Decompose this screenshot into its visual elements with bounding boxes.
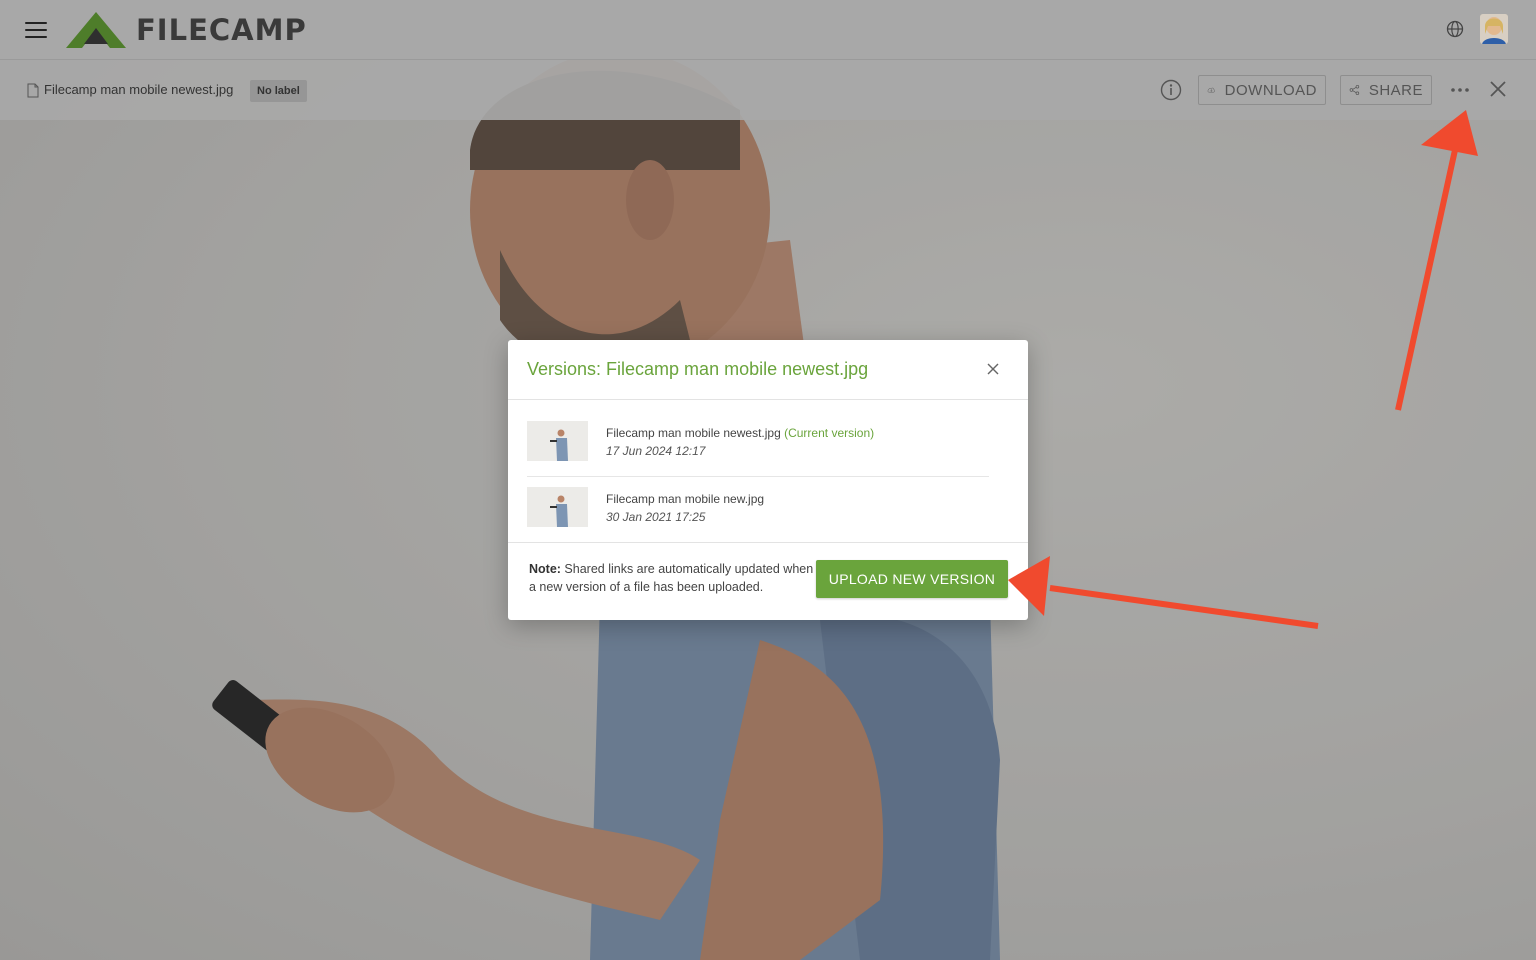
dialog-close-icon[interactable] — [986, 362, 1000, 376]
dialog-header: Versions: Filecamp man mobile newest.jpg — [508, 340, 1028, 400]
dialog-footer: Note: Shared links are automatically upd… — [508, 542, 1028, 620]
label-badge[interactable]: No label — [250, 80, 307, 102]
version-thumbnail[interactable] — [527, 487, 588, 527]
file-name: Filecamp man mobile newest.jpg — [44, 82, 234, 97]
note-text: Note: Shared links are automatically upd… — [529, 560, 819, 596]
share-label: SHARE — [1368, 81, 1423, 99]
globe-icon[interactable] — [1446, 20, 1464, 38]
note-body: Shared links are automatically updated w… — [529, 562, 814, 594]
file-toolbar: Filecamp man mobile newest.jpg No label … — [0, 60, 1536, 120]
download-button[interactable]: DOWNLOAD — [1198, 75, 1326, 105]
top-navigation-bar: FILECAMP — [0, 0, 1536, 60]
version-date: 17 Jun 2024 12:17 — [606, 444, 706, 458]
logo-mark-icon — [66, 12, 126, 48]
document-icon — [27, 83, 39, 98]
version-name: Filecamp man mobile new.jpg — [606, 492, 764, 506]
share-icon — [1349, 84, 1360, 96]
current-version-tag: (Current version) — [784, 426, 875, 440]
close-icon[interactable] — [1489, 80, 1507, 98]
more-options-icon[interactable] — [1449, 82, 1471, 98]
filecamp-logo[interactable]: FILECAMP — [64, 10, 307, 50]
info-icon[interactable] — [1160, 79, 1182, 101]
version-date: 30 Jan 2021 17:25 — [606, 510, 706, 524]
version-name: Filecamp man mobile newest.jpg (Current … — [606, 426, 874, 440]
download-label: DOWNLOAD — [1224, 81, 1317, 99]
logo-text: FILECAMP — [136, 13, 307, 47]
version-row[interactable]: Filecamp man mobile new.jpg 30 Jan 2021 … — [527, 486, 989, 546]
hamburger-menu-icon[interactable] — [25, 22, 47, 38]
upload-new-version-button[interactable]: UPLOAD NEW VERSION — [816, 560, 1008, 598]
versions-dialog: Versions: Filecamp man mobile newest.jpg… — [508, 340, 1028, 620]
version-thumbnail[interactable] — [527, 421, 588, 461]
user-avatar[interactable] — [1480, 14, 1508, 44]
version-filename: Filecamp man mobile new.jpg — [606, 492, 765, 506]
cloud-download-icon — [1207, 87, 1215, 93]
share-button[interactable]: SHARE — [1340, 75, 1432, 105]
version-row[interactable]: Filecamp man mobile newest.jpg (Current … — [527, 420, 989, 477]
dialog-title: Versions: Filecamp man mobile newest.jpg — [527, 359, 869, 379]
version-filename: Filecamp man mobile newest.jpg — [606, 426, 781, 440]
note-label: Note: — [529, 562, 561, 576]
